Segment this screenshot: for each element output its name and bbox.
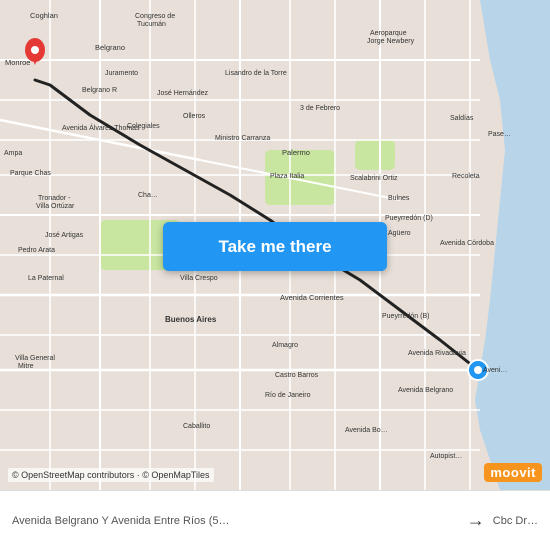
take-me-there-button[interactable]: Take me there [163,222,387,271]
svg-text:Olleros: Olleros [183,113,206,120]
svg-text:Aeroparque: Aeroparque [370,30,407,37]
svg-text:Juramento: Juramento [105,70,138,77]
svg-text:Almagro: Almagro [272,342,298,349]
arrow-divider: → [467,510,485,531]
origin-label: Avenida Belgrano Y Avenida Entre Ríos (5… [12,515,459,527]
svg-text:Mitre: Mitre [18,363,34,370]
app: Coghlan Congreso de Tucumán Belgrano Jur… [0,0,550,550]
moovit-logo: moovit [484,463,542,482]
svg-text:La Paternal: La Paternal [28,275,64,282]
svg-text:Villa General: Villa General [15,355,55,362]
svg-text:Avenida Belgrano: Avenida Belgrano [398,387,453,394]
svg-text:Avenida Corrientes: Avenida Corrientes [280,293,344,302]
svg-text:Parque Chas: Parque Chas [10,170,51,177]
svg-text:Lisandro de la Torre: Lisandro de la Torre [225,70,287,77]
svg-text:Scalabrini Ortiz: Scalabrini Ortiz [350,175,398,182]
svg-text:Monroe: Monroe [5,58,30,67]
svg-text:Recoleta: Recoleta [452,173,480,180]
svg-text:Pueyrredón (D): Pueyrredón (D) [385,215,433,222]
svg-text:Ministro Carranza: Ministro Carranza [215,135,270,142]
svg-text:Pueyrredón (B): Pueyrredón (B) [382,313,429,320]
svg-text:Avenida Córdoba: Avenida Córdoba [440,240,494,247]
svg-text:Pase…: Pase… [488,131,511,138]
svg-text:Jorge Newbery: Jorge Newbery [367,38,415,45]
svg-text:Villa Crespo: Villa Crespo [180,275,218,282]
map-container: Coghlan Congreso de Tucumán Belgrano Jur… [0,0,550,490]
svg-text:Caballito: Caballito [183,423,210,430]
svg-text:Castro Barros: Castro Barros [275,372,319,379]
destination-info: Cbc Dr… [493,515,538,527]
svg-text:3 de Febrero: 3 de Febrero [300,105,340,112]
svg-text:Coghlan: Coghlan [30,11,58,20]
svg-text:Ampa: Ampa [4,150,22,157]
svg-text:José Hernández: José Hernández [157,90,208,97]
svg-text:Saldías: Saldías [450,115,474,122]
bottom-bar: Avenida Belgrano Y Avenida Entre Ríos (5… [0,490,550,550]
svg-text:Congreso de: Congreso de [135,13,175,20]
svg-text:José Artigas: José Artigas [45,232,84,239]
svg-text:Palermo: Palermo [282,148,310,157]
svg-text:Avenida Álvarez Thomas: Avenida Álvarez Thomas [62,123,140,132]
svg-text:Plaza Italia: Plaza Italia [270,173,304,180]
svg-text:Belgrano: Belgrano [95,43,125,52]
svg-text:Cha…: Cha… [138,192,158,199]
origin-info: Avenida Belgrano Y Avenida Entre Ríos (5… [12,515,459,527]
svg-text:Tronador -: Tronador - [38,195,71,202]
svg-text:Aveni…: Aveni… [483,367,507,374]
svg-text:Bulnes: Bulnes [388,195,410,202]
map-attribution: © OpenStreetMap contributors · © OpenMap… [8,468,214,482]
svg-text:Avenida Bo…: Avenida Bo… [345,427,388,434]
svg-text:Autopist…: Autopist… [430,453,462,460]
svg-text:Río de Janeiro: Río de Janeiro [265,392,311,399]
svg-text:Agüero: Agüero [388,230,411,237]
svg-text:Villa Ortúzar: Villa Ortúzar [36,203,75,210]
svg-text:Belgrano R: Belgrano R [82,87,117,94]
svg-text:Tucumán: Tucumán [137,21,166,28]
svg-text:Buenos Aires: Buenos Aires [165,315,217,324]
svg-text:Avenida Rivadavia: Avenida Rivadavia [408,350,466,357]
destination-label: Cbc Dr… [493,515,538,527]
svg-text:Pedro Arata: Pedro Arata [18,247,55,254]
